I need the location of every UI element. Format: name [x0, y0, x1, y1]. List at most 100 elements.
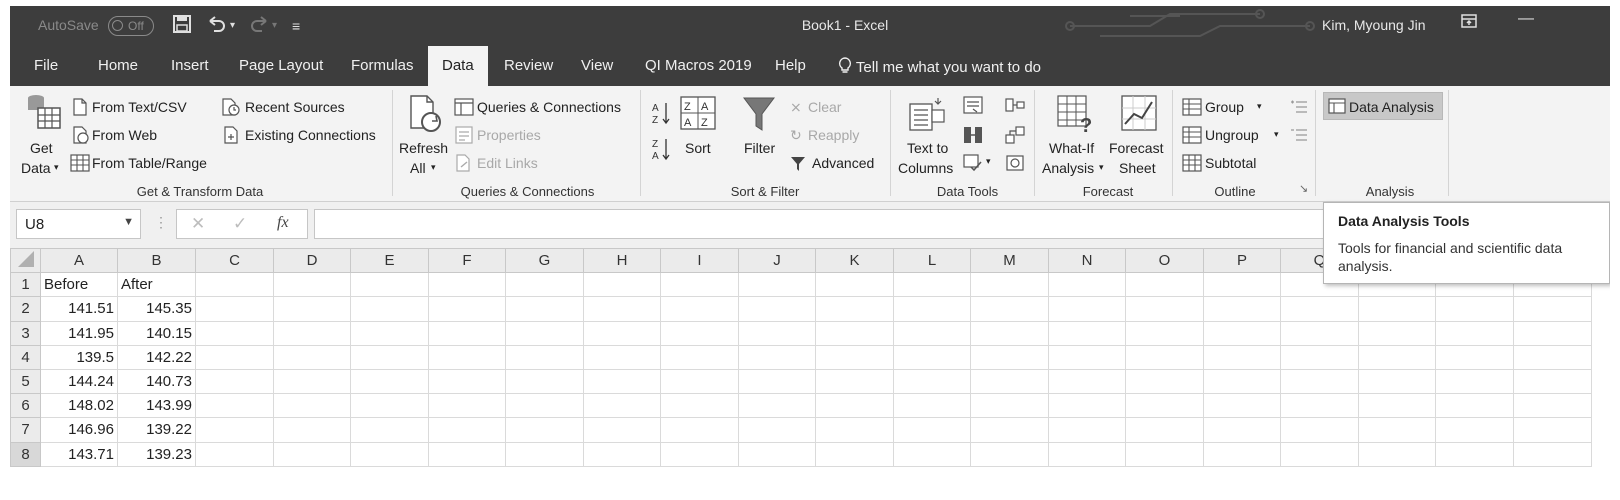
what-if-dropdown-icon[interactable]: ▾: [1099, 162, 1104, 173]
cell[interactable]: 141.51: [40, 296, 118, 322]
cell[interactable]: [505, 417, 584, 443]
get-data-label[interactable]: Get: [30, 140, 53, 156]
cell[interactable]: [1048, 320, 1126, 346]
cell[interactable]: [1203, 296, 1281, 322]
sort-z-a-icon[interactable]: ZA: [650, 136, 672, 162]
cell[interactable]: [970, 296, 1049, 322]
tab-help[interactable]: Help: [775, 57, 806, 74]
cell[interactable]: [428, 296, 506, 322]
minimize-icon[interactable]: —: [1518, 10, 1534, 28]
tab-qi-macros[interactable]: QI Macros 2019: [645, 57, 752, 74]
column-header[interactable]: I: [660, 247, 739, 274]
cell[interactable]: [583, 368, 661, 395]
cell[interactable]: [1435, 417, 1514, 443]
cell[interactable]: [1435, 344, 1514, 370]
cancel-icon[interactable]: ✕: [191, 214, 205, 234]
cell[interactable]: [1280, 368, 1359, 395]
cell[interactable]: [1203, 441, 1281, 467]
cell[interactable]: [1358, 417, 1436, 443]
cell[interactable]: [583, 441, 661, 467]
cell[interactable]: [1048, 344, 1126, 370]
cell[interactable]: [505, 368, 584, 395]
row-header[interactable]: 7: [10, 417, 41, 443]
cell[interactable]: [195, 296, 274, 322]
what-if-analysis-label2[interactable]: Analysis: [1042, 160, 1094, 176]
cell[interactable]: [1280, 320, 1359, 346]
cell[interactable]: [970, 393, 1049, 419]
consolidate-icon[interactable]: [1005, 96, 1025, 114]
row-header[interactable]: 8: [10, 441, 41, 467]
cell[interactable]: [1125, 296, 1204, 322]
cell[interactable]: [1048, 368, 1126, 395]
cell[interactable]: [428, 344, 506, 370]
advanced-button[interactable]: Advanced: [812, 155, 874, 171]
cell[interactable]: [660, 441, 739, 467]
cell[interactable]: [273, 344, 351, 370]
cell[interactable]: [1358, 296, 1436, 322]
cell[interactable]: [505, 320, 584, 346]
cell[interactable]: [195, 344, 274, 370]
column-header[interactable]: G: [505, 247, 584, 274]
cell[interactable]: [893, 393, 971, 419]
undo-dropdown-icon[interactable]: ▾: [230, 20, 235, 31]
cell[interactable]: [815, 296, 894, 322]
cell[interactable]: [273, 368, 351, 395]
tab-view[interactable]: View: [581, 57, 613, 74]
cell[interactable]: [1280, 344, 1359, 370]
show-detail-icon[interactable]: [1290, 98, 1308, 114]
ungroup-dropdown-icon[interactable]: ▾: [1274, 129, 1279, 140]
name-box-dropdown-icon[interactable]: ▼: [123, 216, 134, 228]
cell[interactable]: [1358, 344, 1436, 370]
cell[interactable]: [1513, 368, 1592, 395]
cell[interactable]: 145.35: [117, 296, 196, 322]
cell[interactable]: [428, 272, 506, 298]
tab-review[interactable]: Review: [504, 57, 553, 74]
cell[interactable]: [660, 393, 739, 419]
column-header[interactable]: C: [195, 247, 274, 274]
cell[interactable]: [893, 320, 971, 346]
tab-insert[interactable]: Insert: [171, 57, 209, 74]
cell[interactable]: 139.5: [40, 344, 118, 370]
cell[interactable]: [1125, 393, 1204, 419]
cell[interactable]: [350, 417, 429, 443]
cell[interactable]: [738, 417, 816, 443]
cell[interactable]: [583, 393, 661, 419]
from-table-range-button[interactable]: From Table/Range: [92, 155, 207, 171]
cell[interactable]: [1048, 441, 1126, 467]
column-header[interactable]: A: [40, 247, 118, 274]
cell[interactable]: [660, 368, 739, 395]
cell[interactable]: [1513, 417, 1592, 443]
cell[interactable]: 139.22: [117, 417, 196, 443]
cell[interactable]: [738, 320, 816, 346]
cell[interactable]: [893, 368, 971, 395]
group-button[interactable]: Group: [1205, 99, 1244, 115]
cell[interactable]: [1125, 368, 1204, 395]
cell[interactable]: [1203, 344, 1281, 370]
manage-data-model-icon[interactable]: [1005, 154, 1025, 172]
cell[interactable]: [738, 344, 816, 370]
cell[interactable]: [970, 417, 1049, 443]
filter-button[interactable]: Filter: [744, 140, 775, 156]
cell[interactable]: [350, 272, 429, 298]
tab-data[interactable]: Data: [428, 46, 488, 86]
column-header[interactable]: J: [738, 247, 816, 274]
column-header[interactable]: M: [970, 247, 1049, 274]
insert-function-icon[interactable]: fx: [277, 214, 289, 232]
get-data-label2[interactable]: Data: [21, 160, 51, 176]
cell[interactable]: [583, 272, 661, 298]
cell[interactable]: [1048, 296, 1126, 322]
cell[interactable]: [350, 368, 429, 395]
cell[interactable]: [660, 417, 739, 443]
cell[interactable]: [273, 417, 351, 443]
refresh-all-label[interactable]: Refresh: [399, 140, 448, 156]
cell[interactable]: [1048, 417, 1126, 443]
cell[interactable]: [893, 296, 971, 322]
cell[interactable]: [428, 393, 506, 419]
user-name[interactable]: Kim, Myoung Jin: [1322, 17, 1425, 33]
forecast-sheet-label[interactable]: Forecast: [1109, 140, 1163, 156]
cell[interactable]: [1513, 344, 1592, 370]
cell[interactable]: [195, 417, 274, 443]
cell[interactable]: [1125, 320, 1204, 346]
recent-sources-button[interactable]: Recent Sources: [245, 99, 345, 115]
cell[interactable]: [1203, 320, 1281, 346]
